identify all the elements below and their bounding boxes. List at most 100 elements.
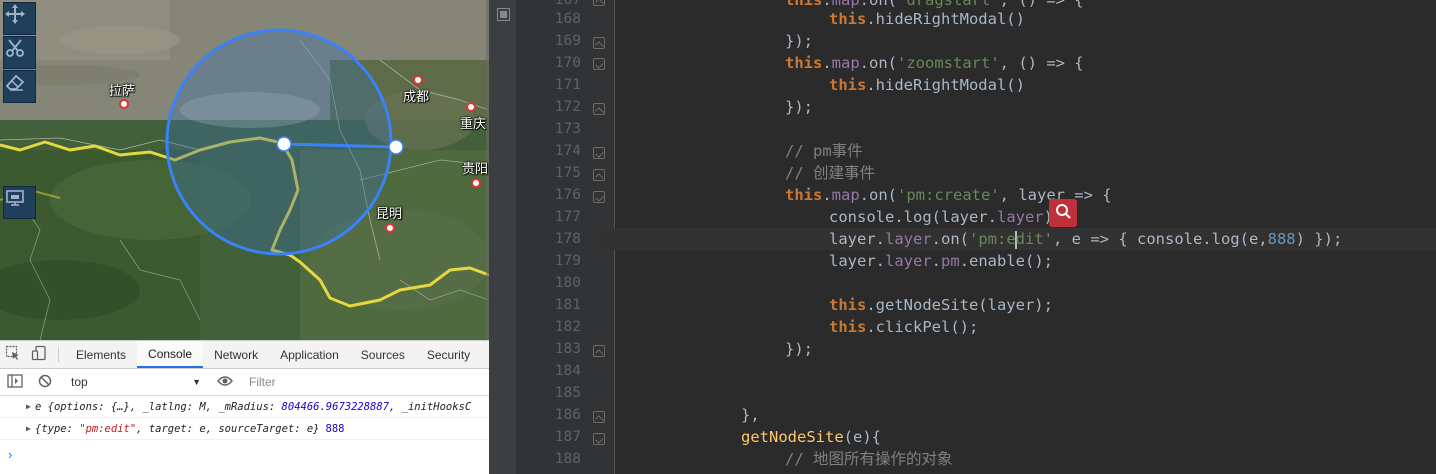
city-label-guiyang: 贵阳 (462, 162, 489, 177)
line-number: 184 (554, 363, 581, 379)
eraser-tool-button[interactable] (3, 70, 36, 103)
fold-marker[interactable] (593, 103, 605, 115)
code-line-186[interactable]: }, (741, 404, 760, 426)
search-icon (1054, 202, 1072, 224)
expand-triangle-icon[interactable]: ▶ (26, 424, 31, 433)
line-number: 180 (554, 275, 581, 291)
city-label-chengdu: 成都 (403, 90, 430, 105)
line-number: 173 (554, 121, 581, 137)
fold-marker[interactable] (593, 37, 605, 49)
code-token: . (931, 252, 942, 270)
fold-marker[interactable] (593, 191, 605, 203)
code-token: this (785, 0, 823, 9)
log-object-preview: {type: "pm:edit", target: e, sourceTarge… (35, 423, 320, 435)
code-token: .clickPel(); (866, 318, 979, 336)
line-number: 169 (554, 33, 581, 49)
console-filter-input[interactable] (241, 375, 421, 389)
log-text: e {options: {…}, _latlng: M, _mRadius: (35, 400, 282, 413)
code-line-174[interactable]: // pm事件 (785, 140, 863, 162)
code-line-187[interactable]: getNodeSite(e){ (741, 426, 881, 448)
city-label-chongqing: 重庆 (460, 117, 487, 132)
code-token: 'pm:create' (897, 186, 1000, 204)
circle-radius-handle[interactable] (388, 139, 404, 155)
code-line-188[interactable]: // 地图所有操作的对象 (785, 448, 953, 470)
code-line-170[interactable]: this.map.on('zoomstart', () => { (785, 52, 1084, 74)
code-token: layer. (829, 230, 885, 248)
code-token: layer (885, 230, 932, 248)
fold-marker[interactable] (593, 147, 605, 159)
fold-marker[interactable] (593, 0, 605, 6)
map-view[interactable]: 拉萨 成都 重庆 贵阳 昆明 (0, 0, 489, 340)
code-token: .on( (931, 230, 969, 248)
fold-marker[interactable] (593, 433, 605, 445)
log-type-value: "pm:edit" (79, 422, 137, 435)
code-token: layer. (829, 252, 885, 270)
console-log-entry[interactable]: ▶ e {options: {…}, _latlng: M, _mRadius:… (0, 396, 489, 418)
expand-triangle-icon[interactable]: ▶ (26, 402, 31, 411)
tab-network[interactable]: Network (203, 341, 269, 368)
fold-marker[interactable] (593, 345, 605, 357)
code-line-171[interactable]: this.hideRightModal() (829, 74, 1025, 96)
code-line-182[interactable]: this.clickPel(); (829, 316, 978, 338)
clear-console-button[interactable] (30, 374, 60, 391)
code-line-168[interactable]: this.hideRightModal() (829, 8, 1025, 30)
move-tool-button[interactable] (3, 2, 36, 35)
line-number: 179 (554, 253, 581, 269)
city-label-lhasa: 拉萨 (109, 84, 136, 99)
code-line-183[interactable]: }); (785, 338, 813, 360)
code-line-177[interactable]: console.log(layer.layer); (829, 206, 1062, 228)
code-token: 'pm:e (969, 230, 1016, 248)
console-log-entry[interactable]: ▶ {type: "pm:edit", target: e, sourceTar… (0, 418, 489, 440)
code-comment: // 地图所有操作的对象 (785, 450, 953, 468)
context-selector[interactable]: top ▼ (65, 372, 205, 392)
line-number: 181 (554, 297, 581, 313)
code-line-172[interactable]: }); (785, 96, 813, 118)
block-icon (38, 374, 52, 391)
line-number: 170 (554, 55, 581, 71)
inspect-element-button[interactable] (0, 341, 26, 368)
eye-icon (217, 375, 233, 390)
device-toolbar-button[interactable] (26, 341, 52, 368)
structure-icon[interactable] (497, 8, 510, 21)
code-token: layer (996, 208, 1044, 226)
code-token: }); (785, 98, 813, 116)
line-number: 171 (554, 77, 581, 93)
code-token: .getNodeSite(layer); (866, 296, 1053, 314)
tab-sources[interactable]: Sources (350, 341, 416, 368)
code-token: . (822, 54, 832, 72)
fullscreen-tool-button[interactable] (3, 186, 36, 219)
fold-marker[interactable] (593, 58, 605, 70)
code-line-181[interactable]: this.getNodeSite(layer); (829, 294, 1053, 316)
tab-security[interactable]: Security (416, 341, 481, 368)
console-sidebar-button[interactable] (0, 373, 30, 391)
live-expression-button[interactable] (210, 375, 240, 390)
log-number: 888 (325, 422, 345, 435)
code-token: .hideRightModal() (866, 10, 1025, 28)
line-number: 175 (554, 165, 581, 181)
code-line-175[interactable]: // 创建事件 (785, 162, 875, 184)
code-token: this (785, 54, 823, 72)
code-line-179[interactable]: layer.layer.pm.enable(); (829, 250, 1053, 272)
cut-tool-button[interactable] (3, 36, 36, 69)
code-token: this (829, 10, 867, 28)
circle-center-handle[interactable] (276, 136, 292, 152)
code-token: console.log(layer. (829, 208, 997, 226)
device-icon (31, 345, 47, 364)
sidebar-toggle-icon (7, 373, 23, 391)
line-number: 188 (554, 451, 581, 467)
screen: 拉萨 成都 重庆 贵阳 昆明 Elements Console Network … (0, 0, 1436, 474)
tab-application[interactable]: Application (269, 341, 350, 368)
code-token: (e){ (843, 428, 881, 446)
tab-elements[interactable]: Elements (65, 341, 137, 368)
code-line-169[interactable]: }); (785, 30, 813, 52)
code-editor[interactable]: 167 168 169 170 171 172 173 174 175 176 … (489, 0, 1436, 474)
code-line-178[interactable]: layer.layer.on('pm:edit', e => { console… (829, 228, 1342, 250)
fold-marker[interactable] (593, 411, 605, 423)
tab-console[interactable]: Console (137, 341, 204, 368)
console-prompt[interactable]: › (8, 447, 12, 462)
map-terrain (0, 0, 489, 340)
code-comment: // 创建事件 (785, 164, 875, 182)
fold-marker[interactable] (593, 169, 605, 181)
code-token: map (831, 186, 860, 204)
floating-search-button[interactable] (1049, 199, 1077, 227)
